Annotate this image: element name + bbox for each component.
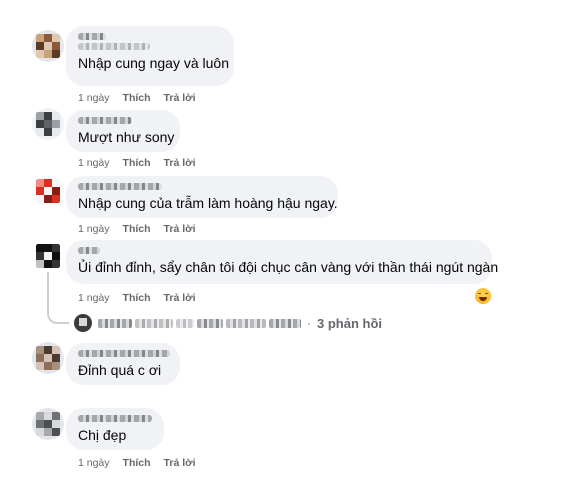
- commenter-name-blurred[interactable]: [78, 117, 168, 124]
- avatar[interactable]: [32, 175, 64, 207]
- avatar[interactable]: [32, 408, 64, 440]
- comment-text: Nhập cung ngay và luôn: [78, 55, 229, 71]
- comment-text: Chị đẹp: [78, 427, 127, 443]
- comment-text: Ủi đỉnh đỉnh, sẩy chân tôi đội chục cân …: [78, 259, 499, 275]
- reply-button[interactable]: Trả lời: [164, 223, 196, 235]
- thread-connector: [47, 272, 69, 324]
- commenter-name-blurred[interactable]: [78, 33, 222, 50]
- separator: ·: [307, 316, 311, 330]
- avatar[interactable]: [32, 30, 64, 62]
- comment-time[interactable]: 1 ngày: [78, 292, 110, 304]
- like-button[interactable]: Thích: [123, 292, 151, 304]
- comment-time[interactable]: 1 ngày: [78, 157, 110, 169]
- commenter-name-blurred[interactable]: [78, 183, 326, 190]
- reply-button[interactable]: Trả lời: [164, 457, 196, 469]
- like-button[interactable]: Thích: [123, 223, 151, 235]
- comment-bubble: Đỉnh quá c ơi: [66, 343, 180, 385]
- comment-text: Đỉnh quá c ơi: [78, 362, 162, 378]
- reply-button[interactable]: Trả lời: [164, 92, 196, 104]
- reply-button[interactable]: Trả lời: [164, 292, 196, 304]
- comment-time[interactable]: 1 ngày: [78, 92, 110, 104]
- comment-bubble: Nhập cung ngay và luôn: [66, 26, 234, 86]
- comment-bubble: Nhập cung của trẫm làm hoàng hậu ngay.: [66, 176, 338, 218]
- comment-time[interactable]: 1 ngày: [78, 223, 110, 235]
- comment-actions: 1 ngày Thích Trả lời: [78, 92, 196, 104]
- like-button[interactable]: Thích: [123, 157, 151, 169]
- reply-authors-blurred: [98, 318, 301, 328]
- like-button[interactable]: Thích: [123, 457, 151, 469]
- reply-count[interactable]: 3 phản hồi: [317, 316, 382, 331]
- grinning-squinting-face-icon[interactable]: [475, 288, 491, 304]
- avatar[interactable]: [32, 240, 64, 272]
- avatar[interactable]: [32, 342, 64, 374]
- avatar[interactable]: [32, 108, 64, 140]
- reply-button[interactable]: Trả lời: [164, 157, 196, 169]
- comment-time[interactable]: 1 ngày: [78, 457, 110, 469]
- like-button[interactable]: Thích: [123, 92, 151, 104]
- comment-bubble: Mượt như sony: [66, 110, 180, 152]
- commenter-name-blurred[interactable]: [78, 415, 152, 422]
- comment-bubble: Chị đẹp: [66, 408, 164, 450]
- comment-text: Nhập cung của trẫm làm hoàng hậu ngay.: [78, 195, 338, 211]
- comment-text: Mượt như sony: [78, 129, 175, 145]
- comment-actions: 1 ngày Thích Trả lời: [78, 292, 196, 304]
- commenter-name-blurred[interactable]: [78, 350, 170, 357]
- comment-actions: 1 ngày Thích Trả lời: [78, 157, 196, 169]
- view-replies-link[interactable]: · 3 phản hồi: [74, 314, 382, 332]
- comment-actions: 1 ngày Thích Trả lời: [78, 457, 196, 469]
- commenter-name-blurred[interactable]: [78, 247, 480, 254]
- avatar: [74, 314, 92, 332]
- comment-bubble: Ủi đỉnh đỉnh, sẩy chân tôi đội chục cân …: [66, 240, 499, 284]
- comment-actions: 1 ngày Thích Trả lời: [78, 223, 196, 235]
